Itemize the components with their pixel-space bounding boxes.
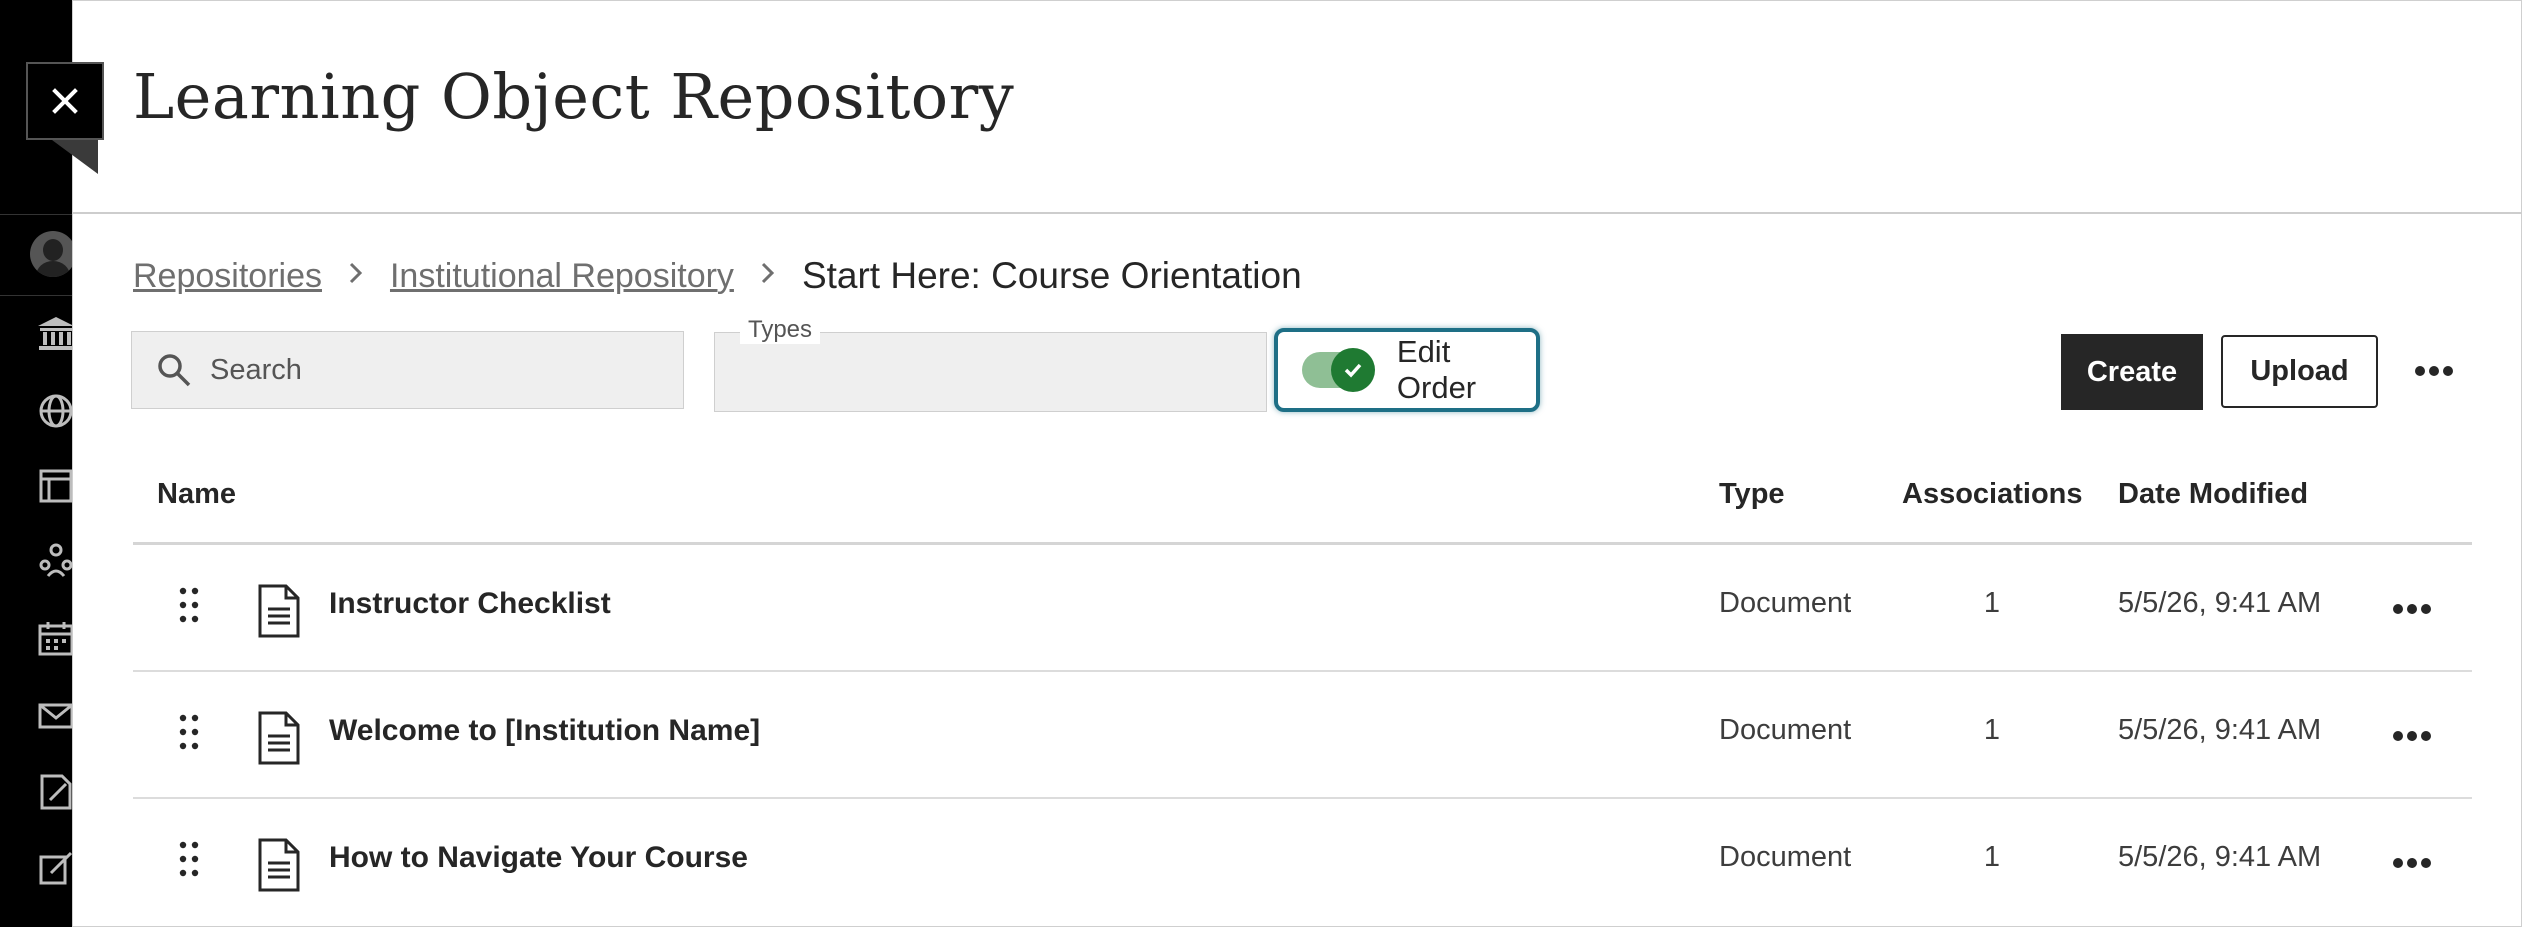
grades-icon[interactable] [36,772,72,812]
row-more-options-icon[interactable] [2388,716,2436,756]
breadcrumb: Repositories Institutional Repository St… [133,250,1302,302]
close-icon [52,88,78,114]
row-date-modified: 5/5/26, 9:41 AM [2118,714,2322,746]
messages-icon[interactable] [36,696,72,736]
institution-icon[interactable] [36,314,72,354]
page-title: Learning Object Repository [133,60,1015,133]
table-row[interactable]: How to Navigate Your Course Document 1 5… [133,799,2472,924]
drag-handle-icon[interactable] [177,839,201,879]
toggle-track[interactable] [1302,348,1375,392]
table-row[interactable]: Instructor Checklist Document 1 5/5/26, … [133,545,2472,672]
document-icon [258,711,300,765]
row-name[interactable]: Instructor Checklist [329,587,611,621]
avatar[interactable] [30,231,76,277]
create-button[interactable]: Create [2061,334,2203,410]
column-header-name[interactable]: Name [157,478,236,511]
column-header-type[interactable]: Type [1719,478,1785,511]
edit-icon[interactable] [36,848,72,888]
search-icon [158,354,191,387]
row-associations: 1 [1983,587,2001,619]
column-header-date-modified[interactable]: Date Modified [2118,478,2308,511]
row-type: Document [1719,587,1852,619]
close-button-tail [52,140,98,174]
row-more-options-icon[interactable] [2388,843,2436,883]
row-date-modified: 5/5/26, 9:41 AM [2118,587,2322,619]
table-row[interactable]: Welcome to [Institution Name] Document 1… [133,672,2472,799]
checkmark-icon [1330,348,1375,392]
document-icon [258,584,300,638]
avatar-section [0,214,76,296]
edit-order-label: Edit Order [1396,334,1477,405]
table-header: Name Type Associations Date Modified [133,460,2472,545]
chevron-right-icon [760,261,776,292]
row-associations: 1 [1983,714,2001,746]
more-options-icon [2415,366,2453,376]
search-input[interactable] [208,352,652,388]
row-date-modified: 5/5/26, 9:41 AM [2118,841,2322,873]
row-name[interactable]: How to Navigate Your Course [329,841,748,875]
content-table: Name Type Associations Date Modified Ins… [133,460,2472,924]
chevron-right-icon [348,261,364,292]
types-filter[interactable] [714,332,1267,412]
breadcrumb-institutional-repository[interactable]: Institutional Repository [390,257,734,296]
globe-icon[interactable] [36,391,72,431]
breadcrumb-current: Start Here: Course Orientation [801,255,1302,296]
header-divider [72,212,2522,214]
edit-order-toggle[interactable]: Edit Order [1274,328,1540,412]
calendar-icon[interactable] [36,619,72,659]
row-type: Document [1719,841,1852,873]
groups-icon[interactable] [36,540,72,580]
upload-button[interactable]: Upload [2221,335,2378,408]
row-more-options-icon[interactable] [2388,589,2436,629]
column-header-associations[interactable]: Associations [1902,478,2083,511]
document-icon [258,838,300,892]
close-button[interactable] [26,62,104,140]
types-label: Types [740,316,821,344]
row-name[interactable]: Welcome to [Institution Name] [329,714,760,748]
drag-handle-icon[interactable] [177,585,201,625]
drag-handle-icon[interactable] [177,712,201,752]
search-field[interactable] [131,331,684,409]
courses-icon[interactable] [36,466,72,506]
more-options-button[interactable] [2410,349,2458,393]
breadcrumb-repositories[interactable]: Repositories [133,257,322,296]
row-type: Document [1719,714,1852,746]
row-associations: 1 [1983,841,2001,873]
